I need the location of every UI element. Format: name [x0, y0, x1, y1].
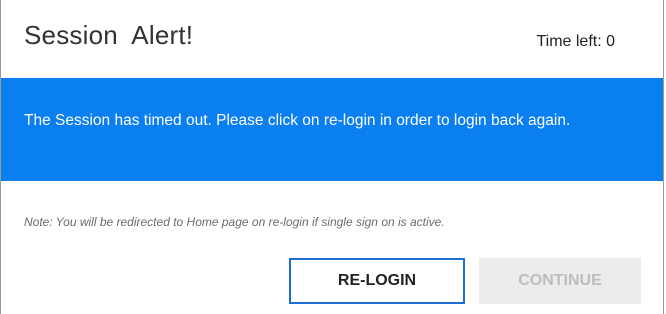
timeout-alert-banner: The Session has timed out. Please click …: [1, 78, 663, 181]
dialog-header: Session Alert! Time left: 0: [1, 0, 663, 78]
sso-note: Note: You will be redirected to Home pag…: [24, 215, 445, 229]
continue-button: CONTINUE: [479, 258, 641, 304]
timeout-message: The Session has timed out. Please click …: [24, 112, 571, 129]
session-alert-dialog: Session Alert! Time left: 0 The Session …: [0, 0, 664, 314]
dialog-title: Session Alert!: [24, 20, 194, 50]
relogin-button[interactable]: RE-LOGIN: [289, 258, 465, 304]
time-left-counter: Time left: 0: [536, 33, 615, 50]
